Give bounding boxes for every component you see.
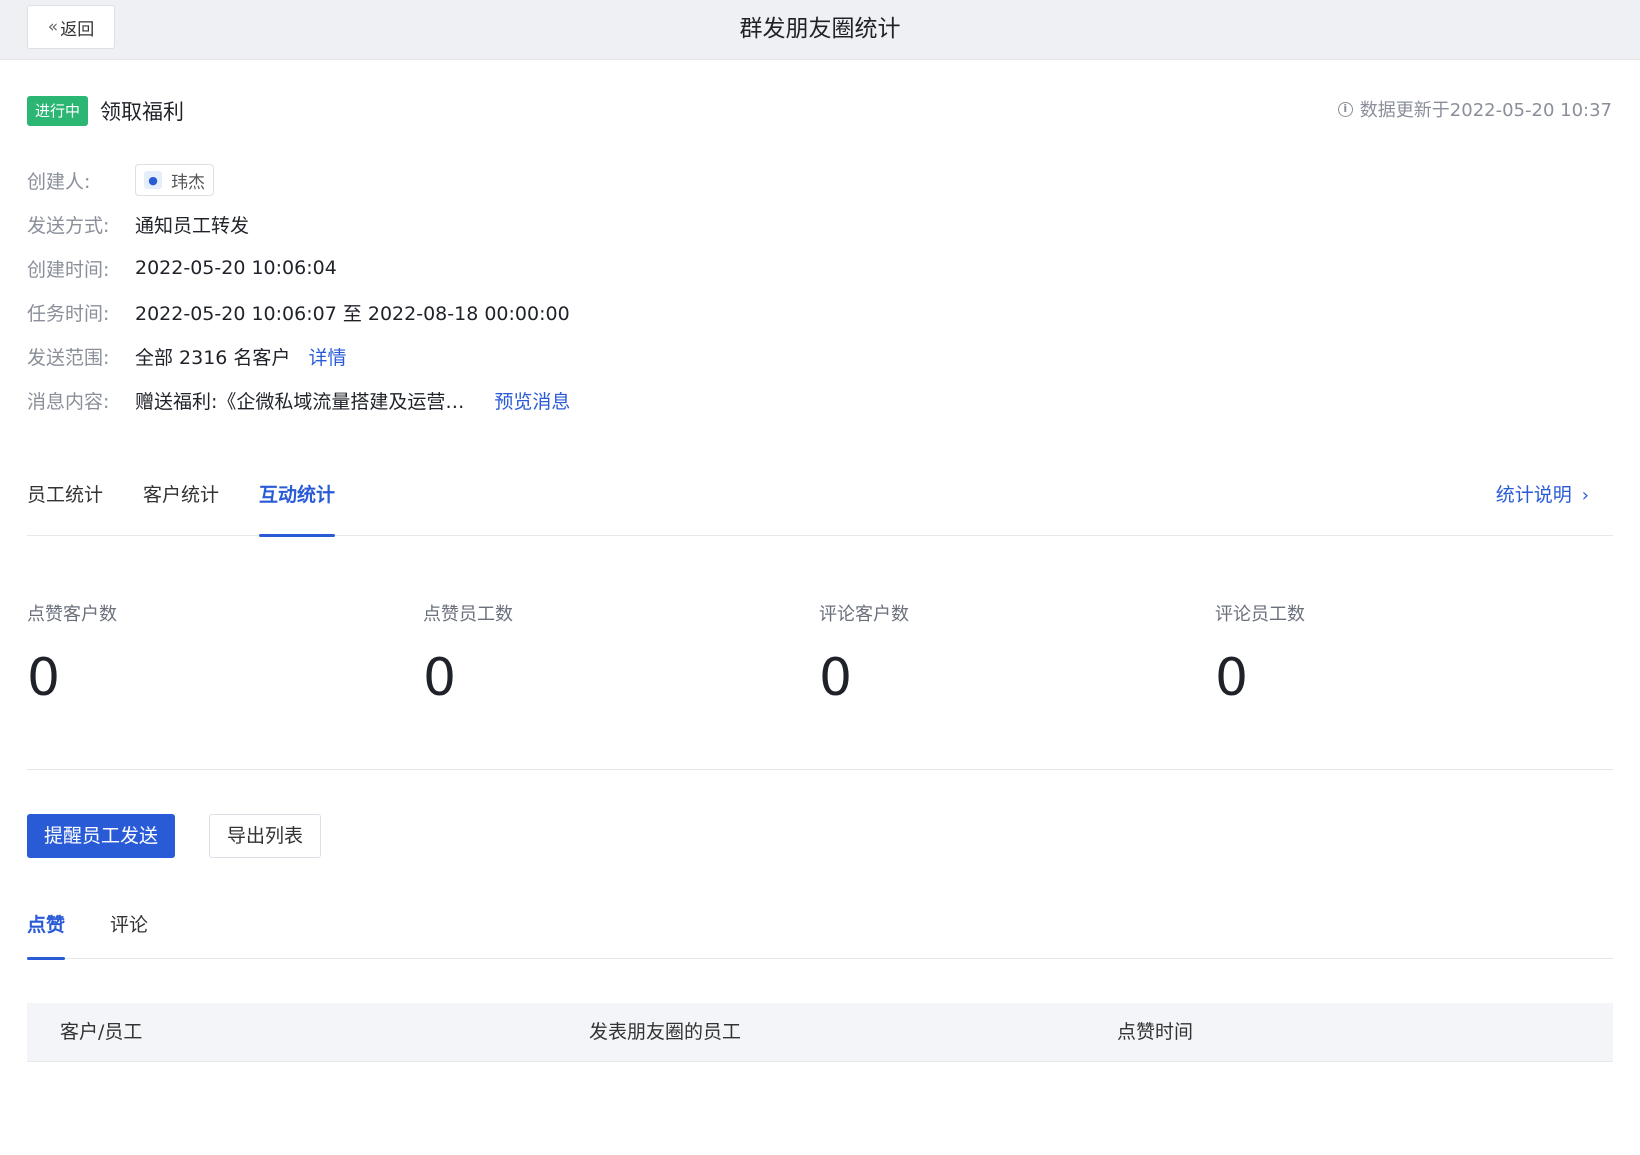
stat-label: 点赞客户数: [27, 604, 117, 625]
preview-message-link[interactable]: 预览消息: [494, 387, 570, 414]
tab-comments[interactable]: 评论: [110, 906, 148, 959]
meta-key: 消息内容:: [27, 390, 110, 413]
stat-comment-customers: 评论客户数 0: [819, 600, 1199, 713]
stat-label: 评论客户数: [819, 604, 909, 625]
stat-like-customers: 点赞客户数 0: [27, 600, 407, 713]
stat-comment-employees: 评论员工数 0: [1215, 600, 1595, 713]
meta-value: 2022-05-20 10:06:04: [135, 257, 337, 279]
back-label: 返回: [60, 19, 95, 40]
action-bar: 提醒员工发送 导出列表: [27, 814, 322, 858]
meta-key: 任务时间:: [27, 302, 110, 325]
task-heading: 进行中 领取福利: [27, 96, 184, 126]
meta-row-content: 消息内容: 赠送福利:《企微私域流量搭建及运营… 预览消息: [27, 378, 570, 422]
remind-employees-button[interactable]: 提醒员工发送: [27, 814, 176, 858]
stat-explain-link[interactable]: 统计说明 ›: [1496, 478, 1589, 513]
tab-likes[interactable]: 点赞: [27, 906, 66, 960]
export-list-button[interactable]: 导出列表: [209, 814, 322, 858]
meta-key: 发送方式:: [27, 214, 110, 237]
meta-row-task-time: 任务时间: 2022-05-20 10:06:07 至 2022-08-18 0…: [27, 290, 570, 334]
stat-value: 0: [423, 648, 457, 708]
data-updated-text: 数据更新于2022-05-20 10:37: [1359, 100, 1612, 121]
stats-panel: 点赞客户数 0 点赞员工数 0 评论客户数 0 评论员工数 0: [27, 600, 1613, 770]
task-name: 领取福利: [100, 100, 185, 124]
stat-value: 0: [819, 648, 853, 708]
meta-key: 创建时间:: [27, 258, 110, 281]
meta-row-created-at: 创建时间: 2022-05-20 10:06:04: [27, 246, 570, 290]
creator-name: 玮杰: [171, 172, 205, 193]
status-badge: 进行中: [27, 96, 89, 126]
task-meta: 创建人: ● 玮杰 发送方式: 通知员工转发 创建时间: 2022-05-20 …: [27, 158, 570, 422]
double-chevron-left-icon: «: [47, 17, 59, 37]
stat-explain-label: 统计说明: [1495, 484, 1572, 506]
stat-like-employees: 点赞员工数 0: [423, 600, 803, 713]
chevron-right-icon: ›: [1581, 485, 1589, 506]
top-bar: 群发朋友圈统计 « 返回: [0, 0, 1640, 60]
stat-label: 点赞员工数: [423, 604, 513, 625]
tab-interaction-stats[interactable]: 互动统计: [259, 478, 336, 537]
stat-label: 评论员工数: [1215, 604, 1305, 625]
meta-value: 2022-05-20 10:06:07 至 2022-08-18 00:00:0…: [135, 302, 570, 325]
range-details-link[interactable]: 详情: [308, 343, 346, 370]
meta-value: 全部 2316 名客户: [135, 346, 291, 369]
column-header-customer-employee: 客户/员工: [60, 1021, 143, 1043]
meta-value: 赠送福利:《企微私域流量搭建及运营…: [135, 390, 465, 413]
stat-value: 0: [27, 648, 61, 708]
back-button[interactable]: « 返回: [27, 5, 115, 49]
column-header-poster-employee: 发表朋友圈的员工: [589, 1021, 742, 1043]
meta-row-send-mode: 发送方式: 通知员工转发: [27, 202, 570, 246]
table-header: 客户/员工 发表朋友圈的员工 点赞时间: [27, 1003, 1613, 1062]
column-header-like-time: 点赞时间: [1117, 1021, 1194, 1043]
meta-value: 通知员工转发: [135, 214, 250, 237]
stat-value: 0: [1215, 648, 1249, 708]
tab-customer-stats[interactable]: 客户统计: [143, 478, 219, 536]
list-tabs: 点赞 评论: [27, 906, 1613, 960]
page-title: 群发朋友圈统计: [739, 16, 901, 42]
data-updated-note: i 数据更新于2022-05-20 10:37: [1337, 96, 1612, 122]
creator-chip: ● 玮杰: [135, 164, 214, 196]
info-icon: i: [1337, 101, 1353, 117]
tab-employee-stats[interactable]: 员工统计: [27, 478, 103, 536]
user-icon: ●: [144, 171, 162, 189]
meta-key: 发送范围:: [27, 346, 110, 369]
stat-tabs: 员工统计 客户统计 互动统计 统计说明 ›: [27, 478, 1613, 537]
meta-row-send-range: 发送范围: 全部 2316 名客户 详情: [27, 334, 570, 378]
meta-row-creator: 创建人: ● 玮杰: [27, 158, 570, 202]
meta-key: 创建人:: [27, 170, 91, 193]
